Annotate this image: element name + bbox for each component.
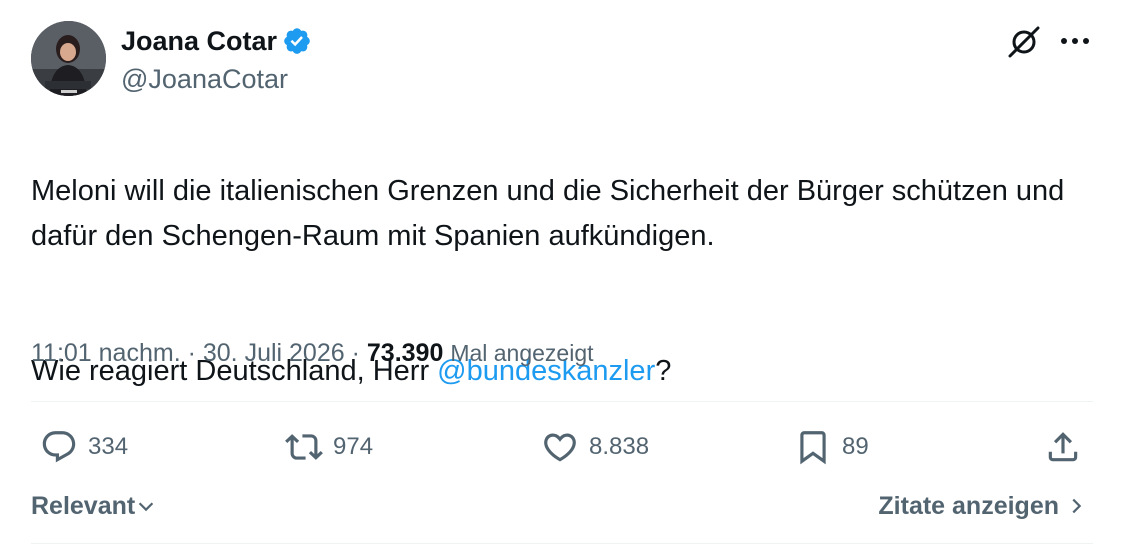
meta-separator-2: ·: [351, 339, 360, 367]
avatar[interactable]: [31, 21, 106, 96]
grok-icon[interactable]: [1006, 24, 1042, 60]
author-name[interactable]: Joana Cotar: [121, 24, 277, 58]
repost-icon: [285, 434, 323, 460]
tweet-paragraph-2-suffix: ?: [655, 355, 672, 387]
meta-separator: ·: [187, 339, 196, 367]
action-bar: 334 974 8.838 89: [31, 420, 1093, 474]
view-quotes-link[interactable]: Zitate anzeigen: [878, 488, 1087, 524]
tweet-meta: 11:01 nachm. · 30. Juli 2026 · 73.390 Ma…: [31, 335, 594, 371]
author-name-row: Joana Cotar: [121, 24, 312, 58]
like-button[interactable]: 8.838: [541, 420, 649, 474]
bookmark-count: 89: [842, 433, 869, 460]
reply-icon: [42, 431, 76, 463]
share-icon: [1048, 432, 1078, 462]
like-icon: [544, 433, 576, 462]
bookmark-button[interactable]: 89: [794, 420, 869, 474]
bookmark-icon: [800, 431, 826, 465]
repost-count: 974: [333, 433, 374, 460]
reply-button[interactable]: 334: [40, 420, 128, 474]
sort-label: Relevant: [31, 492, 136, 520]
sort-replies-button[interactable]: Relevant: [31, 488, 157, 524]
tweet-paragraph-1: Meloni will die italienischen Grenzen un…: [31, 175, 1065, 252]
more-icon[interactable]: [1058, 26, 1092, 56]
tweet-date[interactable]: 30. Juli 2026: [203, 339, 345, 367]
chevron-down-icon: [139, 502, 154, 512]
verified-badge-icon: [284, 28, 310, 54]
share-button[interactable]: [1044, 420, 1082, 474]
tweet-text: Meloni will die italienischen Grenzen un…: [31, 124, 1101, 439]
tweet-time[interactable]: 11:01 nachm.: [31, 339, 181, 367]
quotes-label: Zitate anzeigen: [878, 492, 1059, 520]
view-count[interactable]: 73.390: [367, 339, 443, 367]
avatar-image: [31, 21, 106, 96]
divider-top: [31, 401, 1093, 402]
chevron-right-icon: [1072, 498, 1082, 514]
view-count-label: Mal angezeigt: [450, 340, 594, 366]
repost-button[interactable]: 974: [285, 420, 373, 474]
reply-count: 334: [88, 433, 129, 460]
divider-bottom: [31, 543, 1093, 544]
author-handle[interactable]: @JoanaCotar: [121, 62, 288, 96]
like-count: 8.838: [589, 433, 650, 460]
